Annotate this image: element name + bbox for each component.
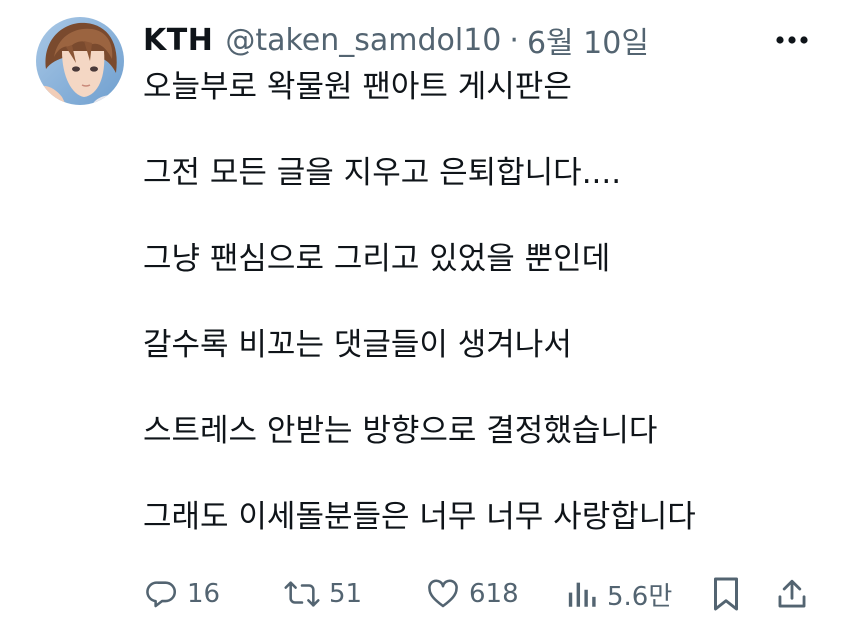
tweet-line: 오늘부로 왁물원 팬아트 게시판은 — [143, 69, 572, 105]
like-button[interactable]: 618 — [425, 570, 519, 618]
avatar[interactable] — [36, 17, 124, 105]
reply-count: 16 — [187, 579, 221, 609]
views-count: 5.6만 — [607, 581, 673, 612]
heart-icon — [428, 579, 458, 608]
avatar-illustration — [36, 17, 124, 105]
reply-button[interactable]: 16 — [145, 570, 220, 618]
tweet-action-bar: 16 51 618 5.6만 — [143, 570, 823, 618]
like-count: 618 — [469, 579, 519, 609]
reply-icon — [146, 581, 177, 608]
tweet-line: 그래도 이세돌분들은 너무 너무 사랑합니다 — [143, 499, 696, 535]
tweet-line: 그전 모든 글을 지우고 은퇴합니다.... — [143, 155, 622, 191]
retweet-count: 51 — [329, 579, 363, 609]
tweet-card: KTH @taken_samdol10 · 6월 10일 오늘부로 왁물원 팬아… — [0, 0, 850, 642]
user-handle[interactable]: @taken_samdol10 — [225, 23, 501, 58]
tweet-line: 그냥 팬심으로 그리고 있었을 뿐인데 — [143, 241, 611, 277]
tweet-line: 스트레스 안받는 방향으로 결정했습니다 — [143, 413, 658, 449]
views-button[interactable]: 5.6만 — [567, 570, 672, 618]
tweet-text: 오늘부로 왁물원 팬아트 게시판은 그전 모든 글을 지우고 은퇴합니다....… — [143, 66, 833, 539]
display-name[interactable]: KTH — [143, 23, 213, 58]
tweet-header: KTH @taken_samdol10 · 6월 10일 — [143, 18, 649, 62]
more-horizontal-icon — [776, 36, 808, 44]
tweet-line: 갈수록 비꼬는 댓글들이 생겨나서 — [143, 327, 572, 363]
bookmark-icon — [714, 577, 738, 611]
views-chart-icon — [568, 582, 596, 607]
bookmark-button[interactable] — [711, 570, 741, 618]
more-options-button[interactable] — [772, 24, 812, 56]
share-icon — [778, 579, 806, 608]
share-button[interactable] — [775, 570, 809, 618]
retweet-icon — [284, 581, 320, 607]
header-separator: · — [509, 22, 519, 58]
retweet-button[interactable]: 51 — [283, 570, 362, 618]
tweet-timestamp[interactable]: 6월 10일 — [527, 18, 649, 62]
